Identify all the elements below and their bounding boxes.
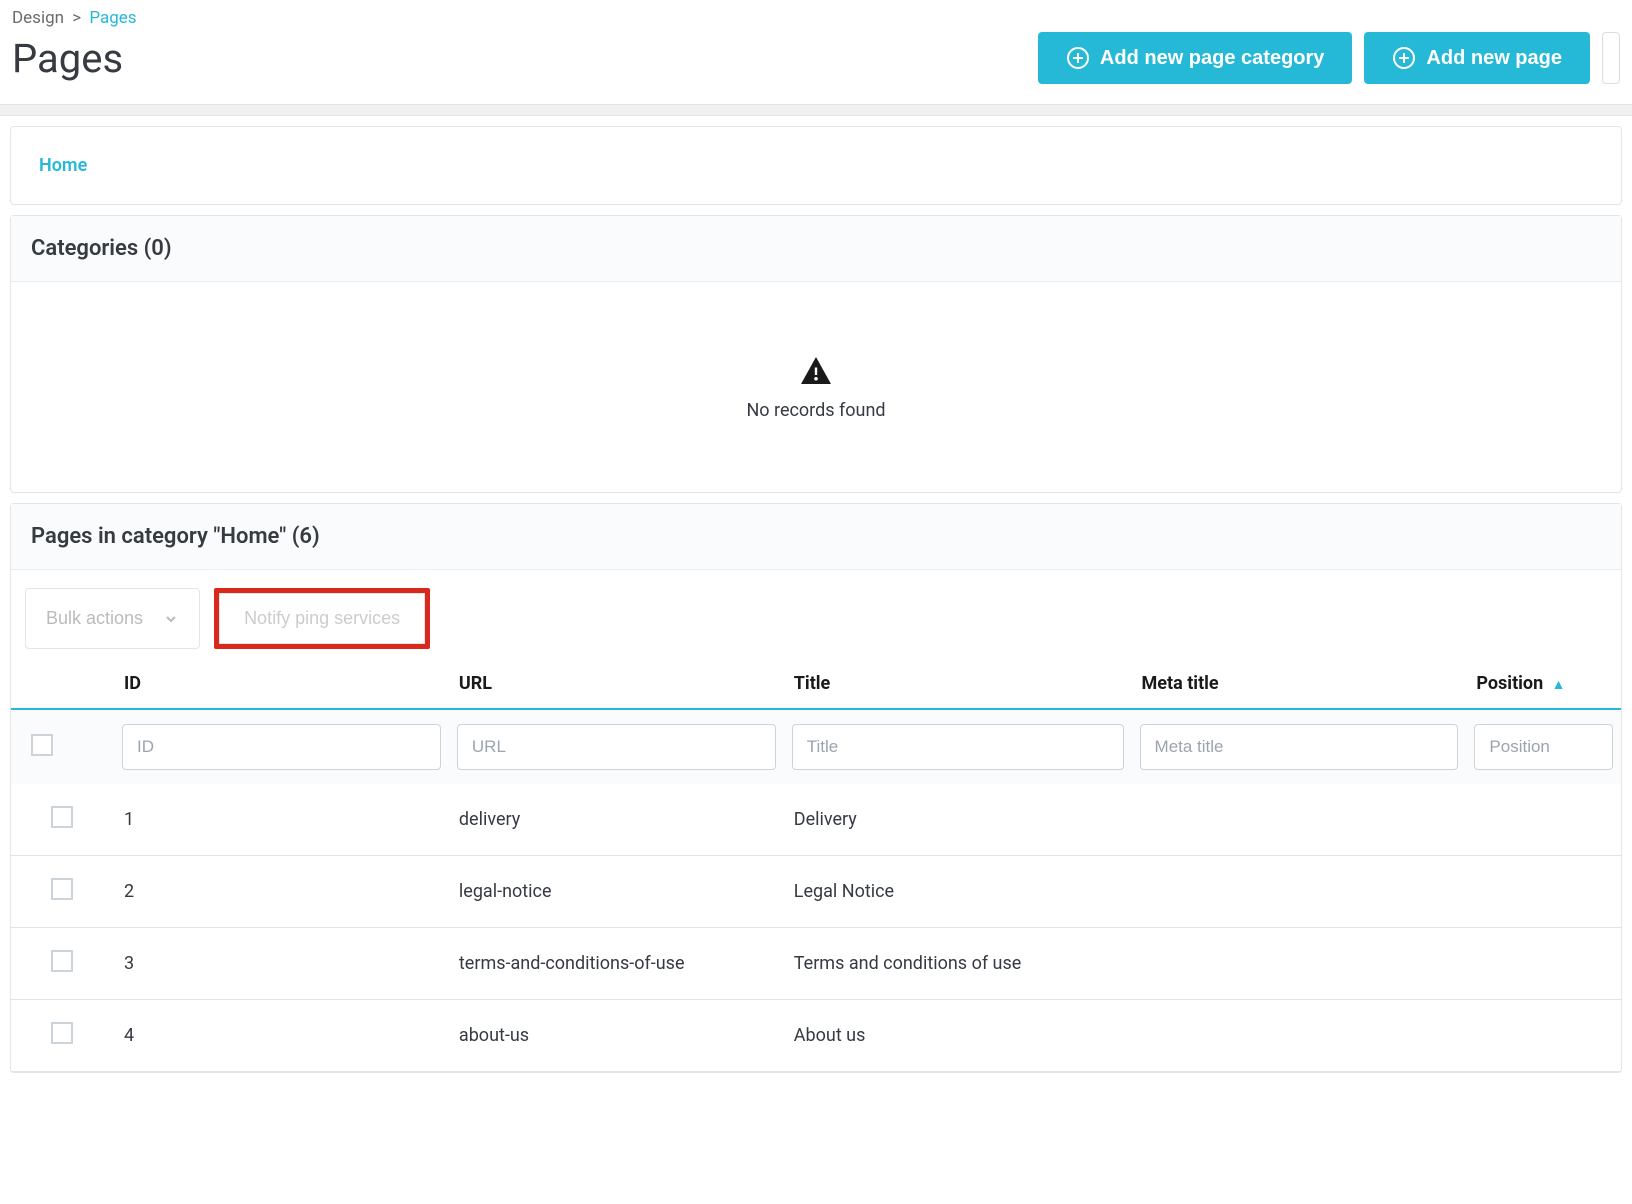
categories-panel: Categories (0) No records found (10, 215, 1622, 493)
table-body: 1 delivery Delivery 2 legal-notice Legal… (11, 784, 1621, 1072)
breadcrumb-separator: > (72, 8, 81, 28)
cell-title: About us (784, 1000, 1132, 1072)
cell-meta (1132, 856, 1467, 928)
table-header-row: ID URL Title Meta title Position ▲ (11, 659, 1621, 709)
header-extra-button[interactable] (1602, 32, 1620, 84)
column-position-label: Position (1476, 673, 1543, 694)
cell-title: Terms and conditions of use (784, 928, 1132, 1000)
cell-url: delivery (449, 784, 784, 856)
row-checkbox[interactable] (51, 806, 73, 828)
row-checkbox[interactable] (51, 878, 73, 900)
add-page-category-button[interactable]: Add new page category (1038, 32, 1353, 84)
add-page-button[interactable]: Add new page (1364, 32, 1590, 84)
add-page-category-label: Add new page category (1100, 47, 1325, 70)
cell-id: 1 (114, 784, 449, 856)
bulk-actions-button[interactable]: Bulk actions (25, 588, 200, 649)
cell-id: 4 (114, 1000, 449, 1072)
filter-title-input[interactable] (792, 724, 1124, 770)
breadcrumb: Design > Pages (0, 0, 1632, 32)
empty-text: No records found (746, 400, 885, 421)
column-meta[interactable]: Meta title (1132, 659, 1467, 709)
filter-url-input[interactable] (457, 724, 776, 770)
cell-position (1466, 784, 1621, 856)
breadcrumb-current[interactable]: Pages (89, 8, 136, 28)
page-header: Pages Add new page category Add new page (0, 32, 1632, 104)
plus-circle-icon (1392, 46, 1416, 70)
breadcrumb-root[interactable]: Design (12, 8, 64, 28)
cell-meta (1132, 784, 1467, 856)
cell-url: about-us (449, 1000, 784, 1072)
notify-ping-services-button[interactable]: Notify ping services (219, 593, 425, 644)
categories-empty-state: No records found (11, 282, 1621, 492)
filter-id-input[interactable] (122, 724, 441, 770)
column-url[interactable]: URL (449, 659, 784, 709)
notify-highlight-box: Notify ping services (214, 588, 430, 649)
pages-panel-title: Pages in category "Home" (6) (11, 504, 1621, 570)
sort-asc-icon: ▲ (1552, 677, 1566, 693)
pages-table: ID URL Title Meta title Position ▲ (11, 659, 1621, 1072)
cell-position (1466, 856, 1621, 928)
cell-meta (1132, 928, 1467, 1000)
column-title[interactable]: Title (784, 659, 1132, 709)
column-id[interactable]: ID (114, 659, 449, 709)
filter-meta-input[interactable] (1140, 724, 1459, 770)
home-tab-link[interactable]: Home (11, 127, 1621, 204)
pages-panel: Pages in category "Home" (6) Bulk action… (10, 503, 1622, 1073)
cell-title: Delivery (784, 784, 1132, 856)
warning-icon (798, 354, 834, 390)
filter-position-input[interactable] (1474, 724, 1613, 770)
add-page-label: Add new page (1426, 47, 1562, 70)
row-checkbox[interactable] (51, 1022, 73, 1044)
pages-toolbar: Bulk actions Notify ping services (11, 570, 1621, 659)
cell-title: Legal Notice (784, 856, 1132, 928)
table-row[interactable]: 2 legal-notice Legal Notice (11, 856, 1621, 928)
table-filter-row (11, 709, 1621, 784)
page-title: Pages (12, 35, 123, 82)
cell-id: 2 (114, 856, 449, 928)
column-select (11, 659, 114, 709)
categories-panel-title: Categories (0) (11, 216, 1621, 282)
divider (0, 104, 1632, 116)
table-row[interactable]: 4 about-us About us (11, 1000, 1621, 1072)
row-checkbox[interactable] (51, 950, 73, 972)
table-row[interactable]: 1 delivery Delivery (11, 784, 1621, 856)
cell-id: 3 (114, 928, 449, 1000)
cell-meta (1132, 1000, 1467, 1072)
chevron-down-icon (163, 611, 179, 627)
cell-position (1466, 928, 1621, 1000)
plus-circle-icon (1066, 46, 1090, 70)
bulk-actions-label: Bulk actions (46, 608, 143, 629)
home-tab-panel: Home (10, 126, 1622, 205)
select-all-checkbox[interactable] (31, 734, 53, 756)
header-actions: Add new page category Add new page (1038, 32, 1620, 84)
column-position[interactable]: Position ▲ (1466, 659, 1621, 709)
table-row[interactable]: 3 terms-and-conditions-of-use Terms and … (11, 928, 1621, 1000)
cell-position (1466, 1000, 1621, 1072)
cell-url: terms-and-conditions-of-use (449, 928, 784, 1000)
cell-url: legal-notice (449, 856, 784, 928)
